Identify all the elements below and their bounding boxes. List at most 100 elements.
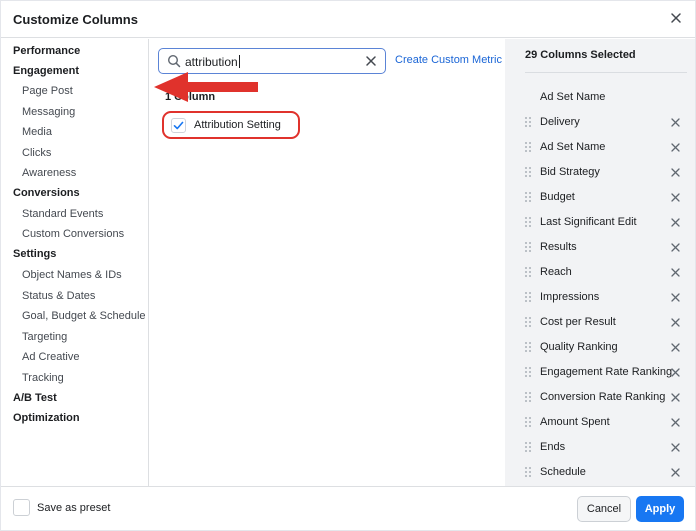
dialog-footer: Save as preset Cancel Apply xyxy=(1,486,695,530)
selected-column-row[interactable]: Amount Spent xyxy=(505,412,695,432)
selected-column-label: Schedule xyxy=(540,466,586,478)
remove-icon[interactable] xyxy=(671,418,680,427)
remove-icon[interactable] xyxy=(671,318,680,327)
selected-column-label: Quality Ranking xyxy=(540,341,618,353)
selected-column-label: Bid Strategy xyxy=(540,166,600,178)
remove-icon[interactable] xyxy=(671,443,680,452)
clear-icon[interactable] xyxy=(365,55,377,67)
selected-column-row[interactable]: Delivery xyxy=(505,112,695,132)
remove-icon[interactable] xyxy=(671,168,680,177)
drag-handle-icon[interactable] xyxy=(524,441,532,453)
fixed-column-label: Ad Set Name xyxy=(540,91,606,103)
selected-column-row[interactable]: Results xyxy=(505,237,695,257)
apply-button[interactable]: Apply xyxy=(636,496,684,522)
sidebar-item-messaging[interactable]: Messaging xyxy=(22,106,75,118)
sidebar-item-ab-test[interactable]: A/B Test xyxy=(13,392,57,404)
fixed-column-row: Ad Set Name xyxy=(505,87,695,107)
selected-column-row[interactable]: Bid Strategy xyxy=(505,162,695,182)
selected-column-row[interactable]: Cost per Result xyxy=(505,312,695,332)
sidebar-item-object-names-ids[interactable]: Object Names & IDs xyxy=(22,269,122,281)
selected-column-row[interactable]: Budget xyxy=(505,187,695,207)
selected-column-label: Impressions xyxy=(540,291,600,303)
selected-column-row[interactable]: Schedule xyxy=(505,462,695,482)
sidebar-item-clicks[interactable]: Clicks xyxy=(22,147,51,159)
drag-handle-icon[interactable] xyxy=(524,416,532,428)
selected-column-label: Budget xyxy=(540,191,575,203)
drag-handle-icon[interactable] xyxy=(524,216,532,228)
sidebar-item-optimization[interactable]: Optimization xyxy=(13,412,80,424)
divider xyxy=(525,72,687,73)
sidebar-item-targeting[interactable]: Targeting xyxy=(22,331,67,343)
drag-handle-icon[interactable] xyxy=(524,191,532,203)
column-search-panel: attribution Create Custom Metric 1 Colum… xyxy=(150,39,505,486)
close-icon[interactable] xyxy=(669,11,683,25)
drag-handle-icon[interactable] xyxy=(524,266,532,278)
selected-column-row[interactable]: Ad Set Name xyxy=(505,137,695,157)
checkmark-icon xyxy=(173,121,184,130)
selected-column-label: Ends xyxy=(540,441,566,453)
drag-handle-icon[interactable] xyxy=(524,341,532,353)
sidebar-item-media[interactable]: Media xyxy=(22,126,52,138)
column-option-attribution-setting[interactable]: Attribution Setting xyxy=(162,111,300,139)
option-label: Attribution Setting xyxy=(194,119,281,131)
remove-icon[interactable] xyxy=(671,468,680,477)
dialog-title: Customize Columns xyxy=(13,12,138,27)
selected-column-label: Conversion Rate Ranking xyxy=(540,391,666,403)
remove-icon[interactable] xyxy=(671,368,680,377)
sidebar-item-performance[interactable]: Performance xyxy=(13,45,80,57)
sidebar-item-page-post[interactable]: Page Post xyxy=(22,85,73,97)
selected-column-label: Cost per Result xyxy=(540,316,616,328)
remove-icon[interactable] xyxy=(671,193,680,202)
selected-column-row[interactable]: Last Significant Edit xyxy=(505,212,695,232)
selected-column-label: Amount Spent xyxy=(540,416,610,428)
dialog-header: Customize Columns xyxy=(1,1,695,38)
sidebar-item-standard-events[interactable]: Standard Events xyxy=(22,208,103,220)
selected-column-row[interactable]: Reach xyxy=(505,262,695,282)
search-icon xyxy=(167,54,181,68)
create-custom-metric-link[interactable]: Create Custom Metric xyxy=(395,54,502,66)
save-preset-label: Save as preset xyxy=(37,502,111,514)
sidebar-item-tracking[interactable]: Tracking xyxy=(22,372,64,384)
cancel-button[interactable]: Cancel xyxy=(577,496,631,522)
remove-icon[interactable] xyxy=(671,268,680,277)
sidebar-item-engagement[interactable]: Engagement xyxy=(13,65,79,77)
drag-handle-icon[interactable] xyxy=(524,391,532,403)
selected-column-row[interactable]: Quality Ranking xyxy=(505,337,695,357)
sidebar-item-status-dates[interactable]: Status & Dates xyxy=(22,290,95,302)
selected-column-row[interactable]: Ends xyxy=(505,437,695,457)
customize-columns-dialog: Customize Columns Performance Engagement… xyxy=(0,0,696,531)
remove-icon[interactable] xyxy=(671,118,680,127)
selected-column-row[interactable]: Conversion Rate Ranking xyxy=(505,387,695,407)
drag-handle-icon[interactable] xyxy=(524,366,532,378)
selected-column-label: Engagement Rate Ranking xyxy=(540,366,673,378)
drag-handle-icon[interactable] xyxy=(524,291,532,303)
sidebar-item-conversions[interactable]: Conversions xyxy=(13,187,80,199)
drag-handle-icon[interactable] xyxy=(524,466,532,478)
selected-column-row[interactable]: Engagement Rate Ranking xyxy=(505,362,695,382)
remove-icon[interactable] xyxy=(671,218,680,227)
selected-column-label: Results xyxy=(540,241,577,253)
selected-column-label: Last Significant Edit xyxy=(540,216,637,228)
sidebar-item-awareness[interactable]: Awareness xyxy=(22,167,76,179)
sidebar-item-ad-creative[interactable]: Ad Creative xyxy=(22,351,79,363)
drag-handle-icon[interactable] xyxy=(524,241,532,253)
remove-icon[interactable] xyxy=(671,143,680,152)
remove-icon[interactable] xyxy=(671,343,680,352)
sidebar-item-goal-budget-schedule[interactable]: Goal, Budget & Schedule xyxy=(22,310,146,322)
selected-column-row[interactable]: Impressions xyxy=(505,287,695,307)
sidebar-item-custom-conversions[interactable]: Custom Conversions xyxy=(22,228,124,240)
remove-icon[interactable] xyxy=(671,243,680,252)
search-value[interactable]: attribution xyxy=(185,55,240,69)
save-preset-checkbox[interactable] xyxy=(13,499,30,516)
sidebar-item-settings[interactable]: Settings xyxy=(13,248,56,260)
remove-icon[interactable] xyxy=(671,393,680,402)
remove-icon[interactable] xyxy=(671,293,680,302)
selected-column-label: Reach xyxy=(540,266,572,278)
drag-handle-icon[interactable] xyxy=(524,316,532,328)
drag-handle-icon[interactable] xyxy=(524,166,532,178)
category-sidebar: Performance Engagement Page Post Messagi… xyxy=(1,39,149,486)
selected-count-title: 29 Columns Selected xyxy=(525,49,636,61)
drag-handle-icon[interactable] xyxy=(524,116,532,128)
option-checkbox[interactable] xyxy=(171,118,186,133)
drag-handle-icon[interactable] xyxy=(524,141,532,153)
